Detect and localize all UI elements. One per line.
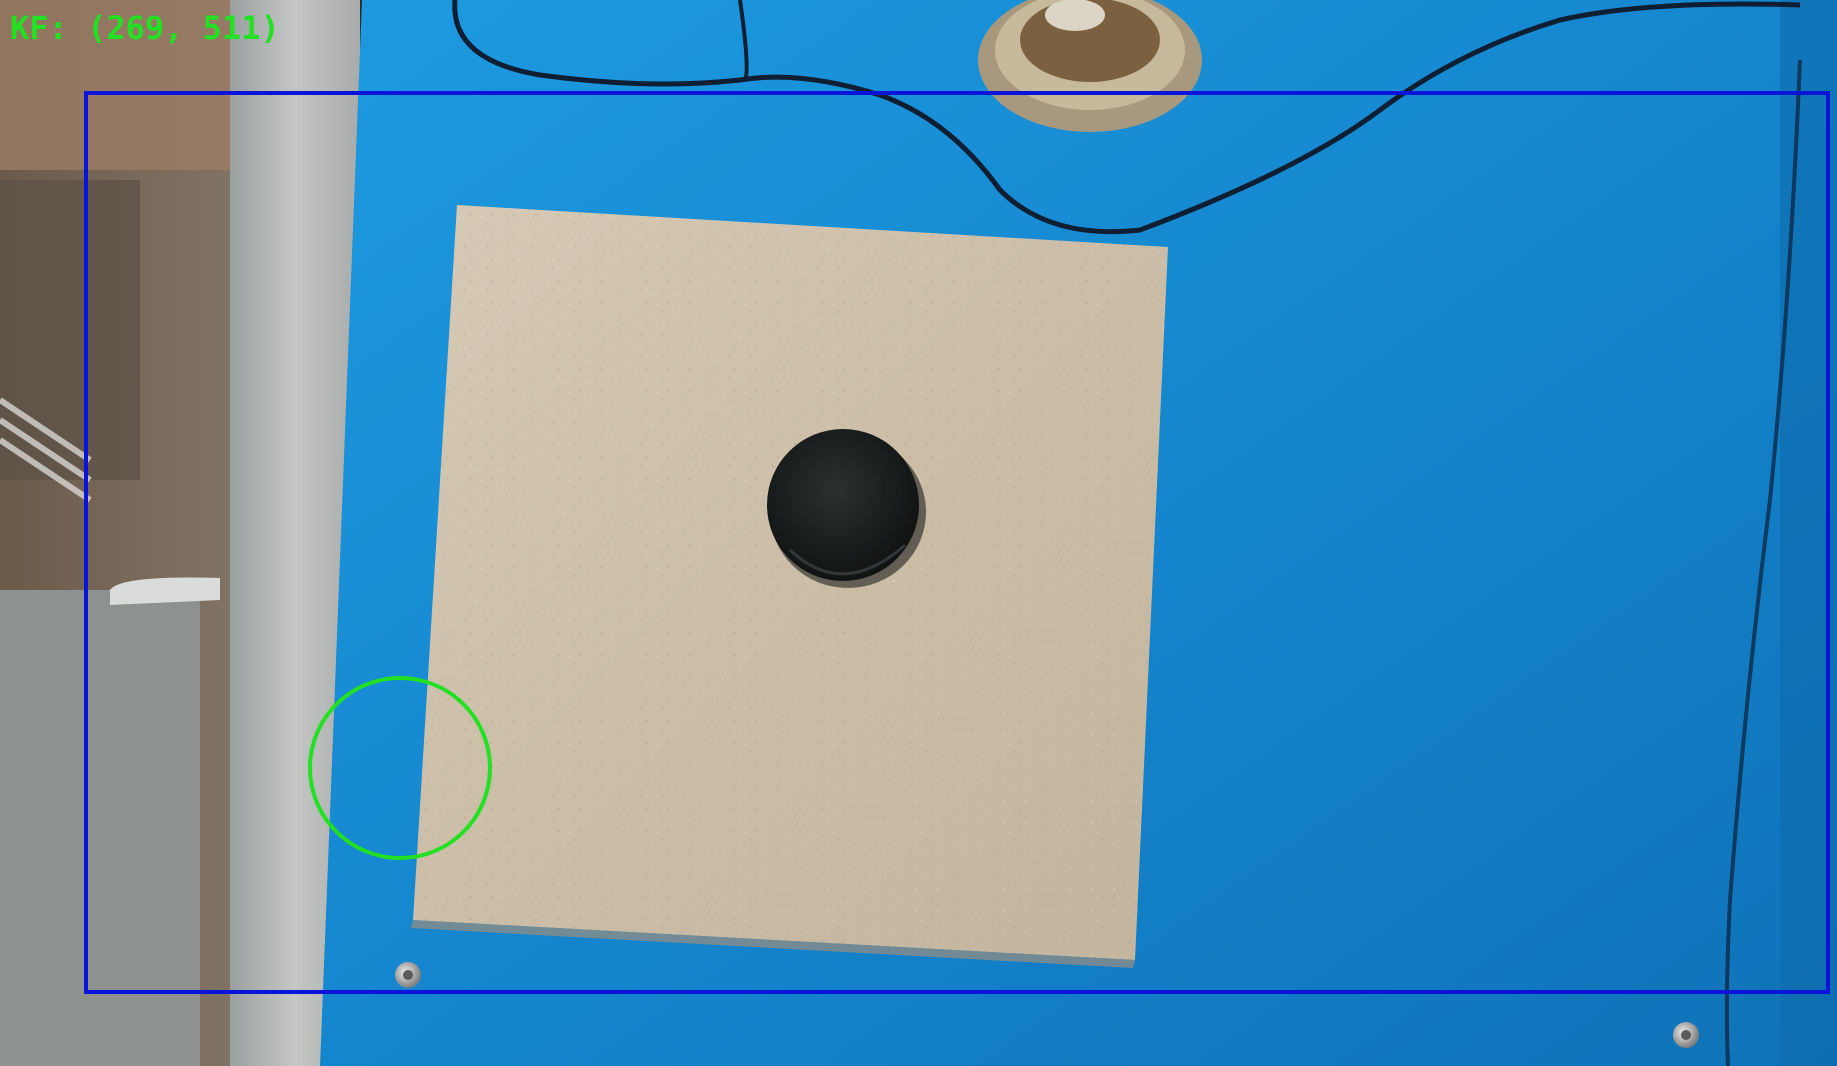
camera-frame: KF: (269, 511) bbox=[0, 0, 1837, 1066]
keyframe-label: KF: (269, 511) bbox=[10, 9, 280, 47]
scene-image bbox=[0, 0, 1837, 1066]
black-puck bbox=[767, 429, 919, 581]
gray-cabinet bbox=[0, 590, 200, 1066]
